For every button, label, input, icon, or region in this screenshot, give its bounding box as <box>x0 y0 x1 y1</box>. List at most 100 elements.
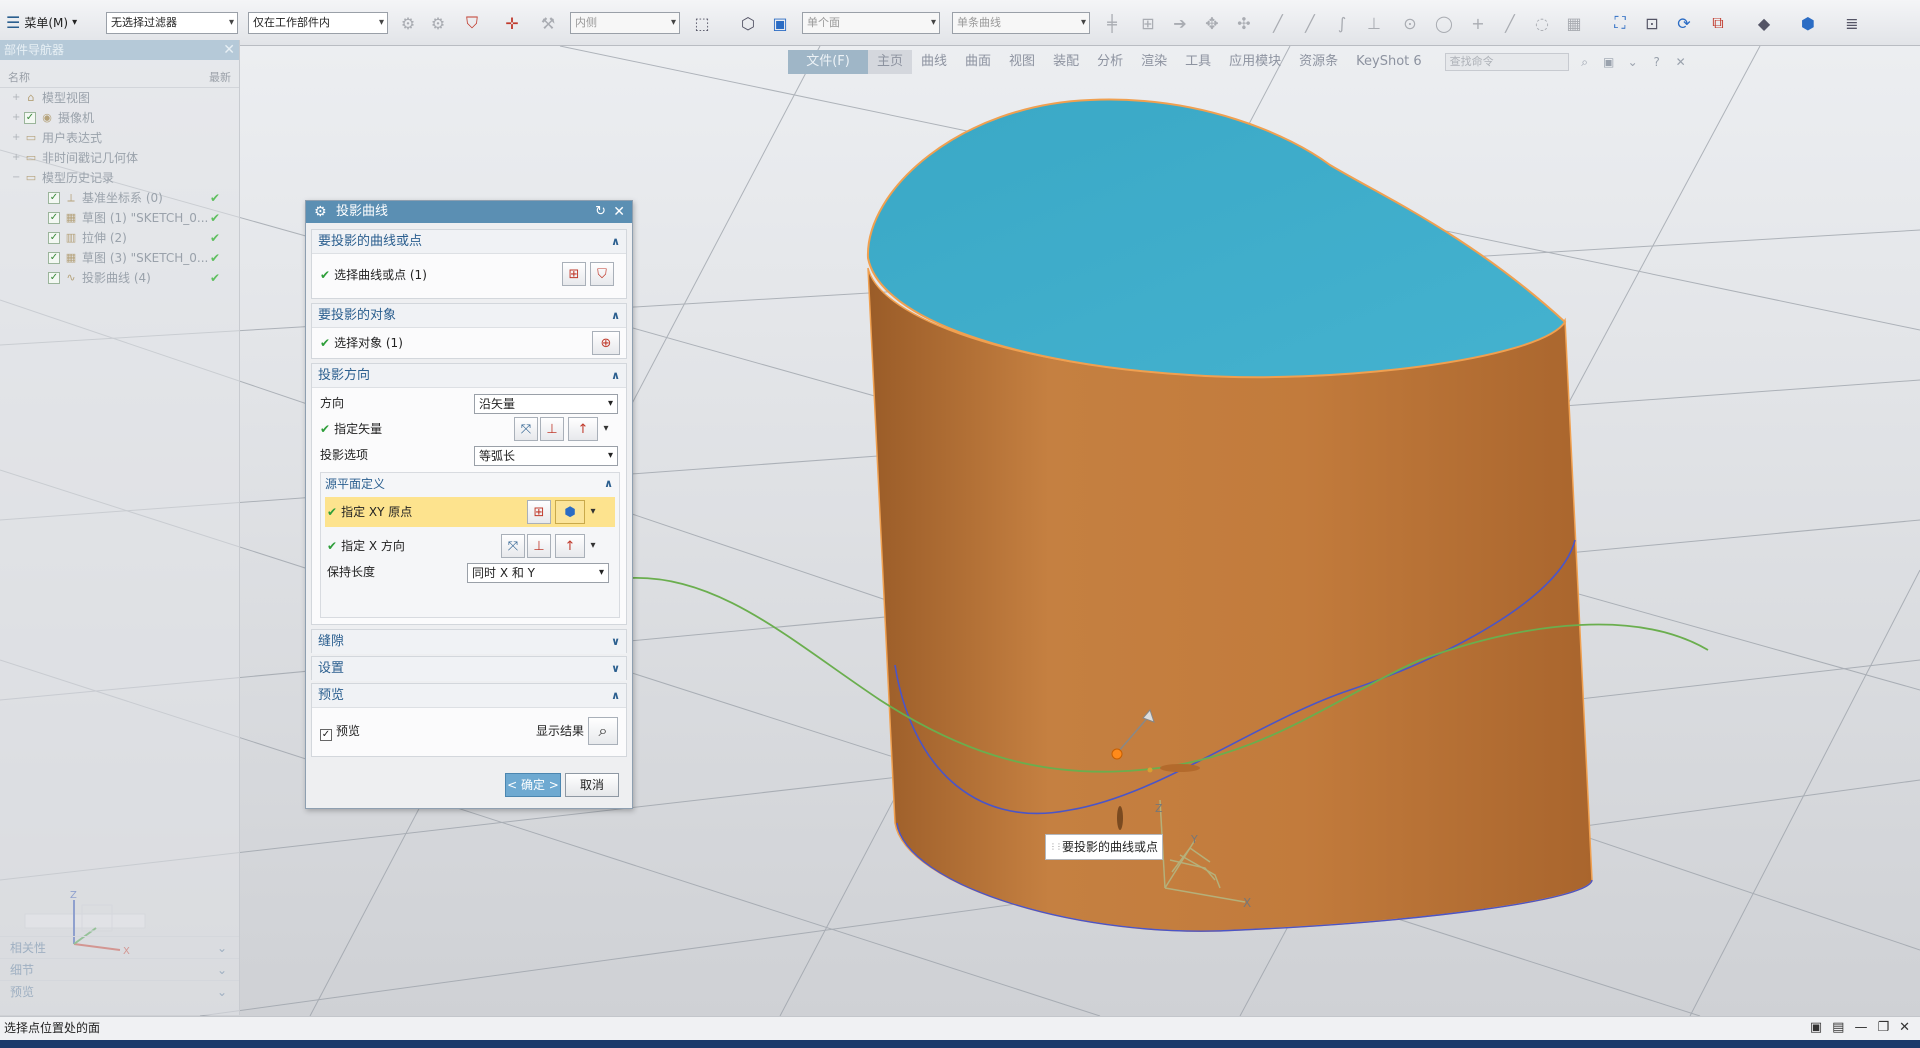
expand-icon[interactable]: + <box>12 88 22 108</box>
column-latest[interactable]: 最新 <box>209 68 231 87</box>
component-select-icon[interactable]: ⚙ <box>426 12 450 34</box>
snap-face-icon[interactable]: ◌ <box>1530 12 1554 34</box>
specify-x-dir[interactable]: ✔ 指定 X 方向 <box>327 535 405 557</box>
panel-preview[interactable]: 预览 ⌄ <box>0 980 239 1002</box>
snap-endpoint-icon[interactable]: ╪ <box>1100 12 1124 34</box>
tree-item[interactable]: ✓ ▥ 拉伸 (2) ✔ <box>0 228 239 248</box>
selection-scope-combo[interactable]: 仅在工作部件内 <box>248 12 388 34</box>
snap-control-icon[interactable]: ✥ <box>1200 12 1224 34</box>
restore-icon[interactable]: ❐ <box>1877 1017 1889 1039</box>
tree-item[interactable]: − ▭ 模型历史记录 <box>0 168 239 188</box>
section-curves-header[interactable]: 要投影的曲线或点 ∧ <box>312 230 626 254</box>
snap-quadrant-icon[interactable]: ◯ <box>1432 12 1456 34</box>
snap-on-curve-icon[interactable]: ╱ <box>1498 12 1522 34</box>
section-objects-header[interactable]: 要投影的对象 ∧ <box>312 304 626 328</box>
chevron-down-icon[interactable]: ▾ <box>600 417 612 441</box>
snap-line-icon[interactable]: ╱ <box>1266 12 1290 34</box>
vector-type-icon[interactable]: ↑ <box>555 534 585 558</box>
tab-applications[interactable]: 应用模块 <box>1220 50 1290 74</box>
assembly-select-icon[interactable]: ⚙ <box>396 12 420 34</box>
snap-arrow-icon[interactable]: ➔ <box>1168 12 1192 34</box>
select-curves-row[interactable]: ✔ 选择曲线或点 (1) <box>320 264 427 286</box>
visibility-checkbox[interactable]: ✓ <box>48 232 60 244</box>
tab-file[interactable]: 文件(F) <box>788 50 868 74</box>
reverse-direction-icon[interactable]: ⤧ <box>501 534 525 558</box>
specify-xy-origin[interactable]: ✔ 指定 XY 原点 <box>327 501 412 523</box>
curve-rule-combo[interactable]: 单条曲线 <box>952 12 1090 34</box>
tab-analysis[interactable]: 分析 <box>1088 50 1132 74</box>
tree-item[interactable]: ✓ ⟂ 基准坐标系 (0) ✔ <box>0 188 239 208</box>
menu-button[interactable]: ☰ 菜单(M) ▾ <box>6 10 77 34</box>
face-rule-combo[interactable]: 单个面 <box>802 12 940 34</box>
minimize-icon[interactable]: — <box>1854 1017 1867 1039</box>
column-name[interactable]: 名称 <box>8 68 30 87</box>
vector-dialog-icon[interactable]: ⊥ <box>540 417 564 441</box>
tab-curve[interactable]: 曲线 <box>912 50 956 74</box>
filter-icon[interactable]: ⛉ <box>460 12 484 34</box>
point-dialog-icon[interactable]: ⊞ <box>527 500 551 524</box>
vector-type-icon[interactable]: ↑ <box>568 417 598 441</box>
zoom-icon[interactable]: ⊡ <box>1640 12 1664 34</box>
shaded-icon[interactable]: ⬢ <box>1796 12 1820 34</box>
tree-item[interactable]: ✓ ▦ 草图 (1) "SKETCH_0... ✔ <box>0 208 239 228</box>
view-select-icon[interactable]: ⬡ <box>736 12 760 34</box>
inferred-point-icon[interactable]: ⬢ <box>555 500 585 524</box>
close-icon[interactable]: ✕ <box>1673 54 1689 70</box>
specify-vector-row[interactable]: ✔ 指定矢量 <box>320 418 382 440</box>
expand-icon[interactable]: − <box>12 168 22 188</box>
target-icon[interactable]: ⊕ <box>592 331 620 355</box>
box-select-icon[interactable]: ⬚ <box>690 12 714 34</box>
visibility-checkbox[interactable]: ✓ <box>48 192 60 204</box>
panel-dependencies[interactable]: 相关性 ⌄ <box>0 936 239 958</box>
source-plane-header[interactable]: 源平面定义 ∧ <box>321 473 619 495</box>
snap-midpoint-icon[interactable]: ⊞ <box>1136 12 1160 34</box>
close-icon[interactable]: ✕ <box>223 40 235 60</box>
chevron-down-icon[interactable]: ▾ <box>587 534 599 558</box>
snap-center-icon[interactable]: ⊙ <box>1398 12 1422 34</box>
viewport-canvas[interactable]: X Y Z Z X <box>0 46 1920 1016</box>
direction-select[interactable]: 沿矢量 <box>474 394 618 414</box>
rotate-icon[interactable]: ⟳ <box>1672 12 1696 34</box>
keep-length-select[interactable]: 同时 X 和 Y <box>467 563 609 583</box>
snap-point-on-icon[interactable]: + <box>1466 12 1490 34</box>
section-preview-header[interactable]: 预览 ∧ <box>312 684 626 708</box>
tab-home[interactable]: 主页 <box>868 50 913 74</box>
graphics-viewport[interactable]: X Y Z Z X <box>0 46 1920 1016</box>
reverse-direction-icon[interactable]: ⤧ <box>514 417 538 441</box>
snap-tangent-icon[interactable]: ⊥ <box>1362 12 1386 34</box>
section-direction-header[interactable]: 投影方向 ∧ <box>312 364 626 388</box>
visibility-checkbox[interactable]: ✓ <box>48 252 60 264</box>
tab-surface[interactable]: 曲面 <box>956 50 1000 74</box>
section-settings[interactable]: 设置 ∨ <box>311 656 627 681</box>
render-style-icon[interactable]: ◆ <box>1752 12 1776 34</box>
orient-view-icon[interactable]: ⧉ <box>1706 12 1730 34</box>
preview-checkbox[interactable]: ✓ <box>320 729 332 741</box>
snap-settings-icon[interactable]: ⚒ <box>536 12 560 34</box>
visibility-checkbox[interactable]: ✓ <box>24 112 36 124</box>
selection-filter-combo[interactable]: 无选择过滤器 <box>106 12 238 34</box>
snap-grid-icon[interactable]: ▦ <box>1562 12 1586 34</box>
reset-icon[interactable]: ↻ <box>595 201 606 223</box>
visibility-checkbox[interactable]: ✓ <box>48 272 60 284</box>
expand-icon[interactable]: + <box>12 148 22 168</box>
command-search-input[interactable]: 查找命令 <box>1444 53 1569 71</box>
projection-option-select[interactable]: 等弧长 <box>474 446 618 466</box>
close-icon[interactable]: ✕ <box>1899 1017 1910 1039</box>
snap-intersection-icon[interactable]: ✣ <box>1232 12 1256 34</box>
side-combo[interactable]: 内侧 <box>570 12 680 34</box>
section-gap-header[interactable]: 缝隙 ∨ <box>312 630 626 654</box>
tab-keyshot[interactable]: KeyShot 6 <box>1347 50 1431 74</box>
section-gap[interactable]: 缝隙 ∨ <box>311 629 627 654</box>
curve-select-icon[interactable]: ⛉ <box>590 262 614 286</box>
tab-view[interactable]: 视图 <box>1000 50 1044 74</box>
section-settings-header[interactable]: 设置 ∨ <box>312 657 626 681</box>
show-result-button[interactable]: ⌕ <box>588 717 618 745</box>
snap-point-icon[interactable]: ✛ <box>500 12 524 34</box>
snap-line2-icon[interactable]: ╱ <box>1298 12 1322 34</box>
close-icon[interactable]: ✕ <box>613 201 625 223</box>
expand-icon[interactable]: + <box>12 108 22 128</box>
window-icon[interactable]: ▤ <box>1832 1017 1844 1039</box>
layer-icon[interactable]: ≣ <box>1840 12 1864 34</box>
visibility-checkbox[interactable]: ✓ <box>48 212 60 224</box>
help-icon[interactable]: ? <box>1649 54 1665 70</box>
